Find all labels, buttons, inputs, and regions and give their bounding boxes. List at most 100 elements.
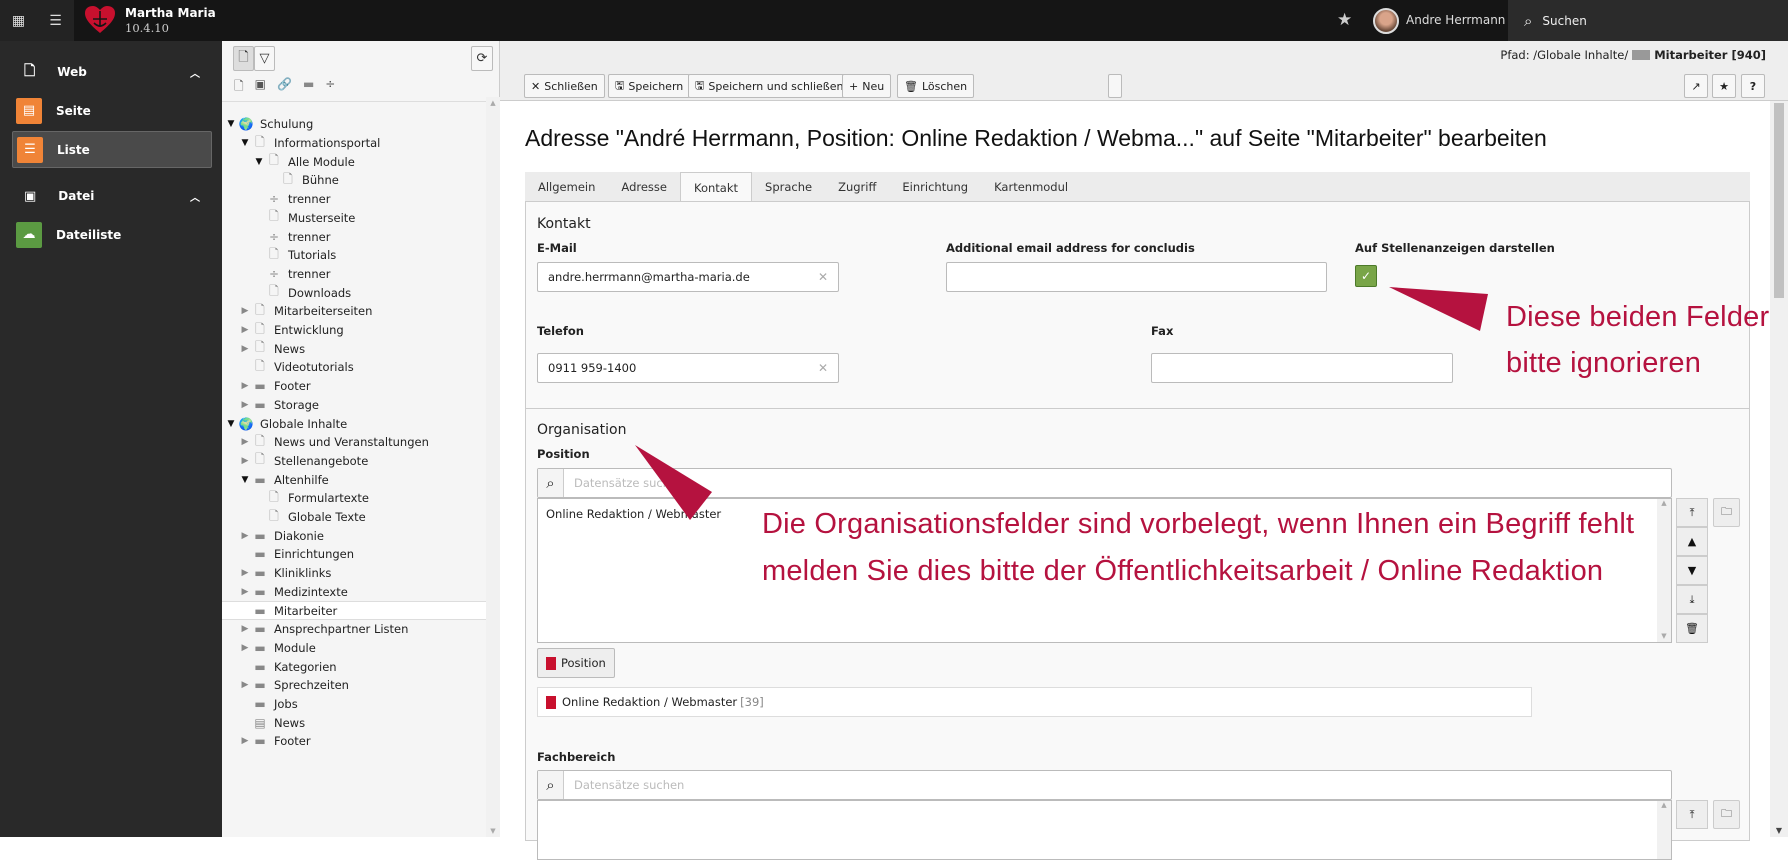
tree-item[interactable]: ▶ ▬ Module [222,639,486,658]
tab-einrichtung[interactable]: Einrichtung [889,172,981,202]
new-button[interactable]: + Neu [842,74,892,98]
tree-toggle-button[interactable]: ☰ [37,0,74,41]
tree-item[interactable]: ▼ ▬ Altenhilfe [222,470,486,489]
search-button[interactable]: ⌕ Suchen [1508,0,1788,41]
sidebar-group-datei[interactable]: ▣ Datei ︿ [0,181,222,211]
tree-item[interactable]: ÷ trenner [222,190,486,209]
tree-scrollbar[interactable]: ▲ ▼ [486,97,500,837]
sidebar-item-liste[interactable]: ☰ Liste [12,131,212,168]
sidebar-item-dateiliste[interactable]: ☁ Dateiliste [12,216,212,253]
tree-item[interactable]: ▬ Kategorien [222,657,486,676]
phone-field[interactable]: 0911 959-1400 ✕ [537,353,839,383]
expand-toggle-icon[interactable]: ▶ [239,381,251,391]
clear-icon[interactable]: ✕ [818,361,828,375]
tree-item[interactable]: ▶ ▬ Medizintexte [222,583,486,602]
tree-item[interactable]: ▶ 🗋 News und Veranstaltungen [222,433,486,452]
clear-icon[interactable]: ✕ [818,270,828,284]
tree-item[interactable]: 🗋 Tutorials [222,246,486,265]
divider-icon[interactable]: ÷ [325,77,335,98]
position-record-button[interactable]: Position [537,648,615,678]
tab-sprache[interactable]: Sprache [752,172,825,202]
save-button[interactable]: 🖫 Speichern [608,74,691,98]
position-search-input[interactable]: ⌕ Datensätze suchen [537,468,1672,498]
browse-records-button[interactable]: 🗀 [1713,498,1740,527]
user-name[interactable]: Andre Herrmann [1406,13,1505,27]
expand-toggle-icon[interactable]: ▶ [239,344,251,354]
tree-item[interactable]: ▶ 🗋 Entwicklung [222,321,486,340]
move-down-button[interactable]: ▼ [1676,556,1708,585]
list-scrollbar[interactable]: ▲ ▼ [1657,499,1671,642]
expand-toggle-icon[interactable]: ▶ [239,624,251,634]
expand-toggle-icon[interactable]: ▶ [239,437,251,447]
tree-item[interactable]: ▶ ▬ Diakonie [222,526,486,545]
expand-toggle-icon[interactable]: ▼ [225,119,237,129]
tree-item[interactable]: ▶ ▬ Sprechzeiten [222,676,486,695]
refresh-button[interactable]: ⟳ [471,46,493,71]
tree-item[interactable]: 🗋 Musterseite [222,209,486,228]
tab-adresse[interactable]: Adresse [608,172,680,202]
tree-item[interactable]: ▼ 🌍 Schulung [222,115,486,134]
expand-toggle-icon[interactable]: ▶ [239,643,251,653]
expand-toggle-icon[interactable]: ▶ [239,456,251,466]
move-top-button[interactable]: ⤒ [1676,498,1708,527]
tree-item[interactable]: ▼ 🗋 Alle Module [222,152,486,171]
new-page-button[interactable]: 🗋 [233,46,254,71]
position-record-item[interactable]: Online Redaktion / Webmaster [39] [537,687,1532,717]
tree-item[interactable]: ▶ ▬ Kliniklinks [222,564,486,583]
tree-item[interactable]: ▼ 🗋 Informationsportal [222,134,486,153]
filter-button[interactable]: ▽ [254,46,275,71]
tree-item[interactable]: ▶ ▬ Ansprechpartner Listen [222,620,486,639]
expand-toggle-icon[interactable]: ▶ [239,325,251,335]
open-new-window-button[interactable]: ↗ [1684,74,1708,98]
expand-toggle-icon[interactable]: ▶ [239,306,251,316]
bookmarks-star-icon[interactable]: ★ [1337,10,1352,30]
move-bottom-button[interactable]: ⤓ [1676,585,1708,614]
tree-item[interactable]: ▶ ▬ Footer [222,732,486,751]
email-field[interactable]: andre.herrmann@martha-maria.de ✕ [537,262,839,292]
tree-item[interactable]: 🗋 Videotutorials [222,358,486,377]
page-icon[interactable]: 🗋 [234,77,244,98]
bookmark-button[interactable]: ★ [1712,74,1736,98]
tree-item[interactable]: ▶ ▬ Footer [222,377,486,396]
expand-toggle-icon[interactable]: ▼ [239,475,251,485]
tab-kontakt[interactable]: Kontakt [679,172,753,202]
content-scrollbar[interactable]: ▼ [1770,101,1788,837]
tree-item[interactable]: ▶ 🗋 Stellenangebote [222,452,486,471]
tree-item[interactable]: ▤ News [222,713,486,732]
tree-item[interactable]: ÷ trenner [222,265,486,284]
tab-zugriff[interactable]: Zugriff [825,172,889,202]
expand-toggle-icon[interactable]: ▼ [239,138,251,148]
sidebar-item-seite[interactable]: ▤ Seite [12,92,212,129]
tree-item[interactable]: 🗋 Bühne [222,171,486,190]
link-icon[interactable]: 🔗 [277,77,292,98]
move-top-button[interactable]: ⤒ [1676,800,1708,829]
sidebar-group-web[interactable]: 🗋 Web ︿ [0,57,222,87]
remove-button[interactable]: 🗑 [1676,614,1708,643]
help-button[interactable]: ? [1741,74,1765,98]
module-menu-button[interactable]: ▦ [0,0,37,41]
delete-button[interactable]: 🗑 Löschen [897,74,975,98]
close-button[interactable]: ✕ Schließen [524,74,605,98]
tree-item[interactable]: ▬ Einrichtungen [222,545,486,564]
avatar[interactable] [1373,8,1399,34]
tree-item[interactable]: ▶ 🗋 Mitarbeiterseiten [222,302,486,321]
jobs-checkbox[interactable]: ✓ [1355,265,1377,287]
fachbereich-selected-list[interactable]: ▲ [537,800,1672,860]
move-up-button[interactable]: ▲ [1676,527,1708,556]
tree-item[interactable]: ▶ ▬ Storage [222,396,486,415]
expand-toggle-icon[interactable]: ▶ [239,568,251,578]
shortcut-page-icon[interactable]: ▣ [255,77,266,98]
fachbereich-search-input[interactable]: ⌕ Datensätze suchen [537,770,1672,800]
expand-toggle-icon[interactable]: ▶ [239,680,251,690]
save-close-button[interactable]: 🖫 Speichern und schließen [688,74,851,98]
expand-toggle-icon[interactable]: ▶ [239,400,251,410]
expand-toggle-icon[interactable]: ▼ [225,419,237,429]
expand-toggle-icon[interactable]: ▶ [239,587,251,597]
folder-icon[interactable]: ▬ [303,77,314,98]
expand-toggle-icon[interactable]: ▶ [239,736,251,746]
browse-records-button[interactable]: 🗀 [1713,800,1740,829]
tree-item[interactable]: 🗋 Formulartexte [222,489,486,508]
tree-item[interactable]: 🗋 Globale Texte [222,508,486,527]
tree-item[interactable]: ▼ 🌍 Globale Inhalte [222,414,486,433]
fax-field[interactable] [1151,353,1453,383]
